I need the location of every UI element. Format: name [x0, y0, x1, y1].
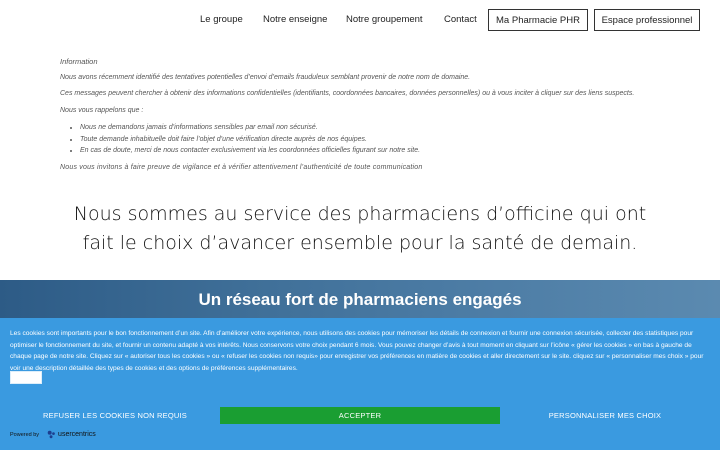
usercentrics-brand: usercentrics [58, 431, 96, 438]
refuse-cookies-button[interactable]: REFUSER LES COOKIES NON REQUIS [40, 407, 190, 424]
headline-line-1: Nous sommes au service des pharmaciens d… [73, 203, 647, 225]
list-item: En cas de doute, merci de nous contacter… [80, 145, 420, 157]
nav-link-contact[interactable]: Contact [444, 14, 477, 25]
cookie-details-button[interactable] [10, 371, 42, 384]
info-title: Information [60, 57, 98, 66]
info-paragraph-2: Ces messages peuvent chercher à obtenir … [60, 90, 635, 97]
info-paragraph-1: Nous avons récemment identifié des tenta… [60, 74, 471, 81]
usercentrics-logo: usercentrics [47, 430, 96, 439]
hero-headline: Nous sommes au service des pharmaciens d… [0, 200, 720, 258]
info-closing-text: Nous vous invitons à faire preuve de vig… [60, 164, 423, 171]
banner-title: Un réseau fort de pharmaciens engagés [198, 290, 522, 309]
list-item: Nous ne demandons jamais d’informations … [80, 122, 420, 134]
info-bullet-list: Nous ne demandons jamais d’informations … [80, 122, 420, 157]
powered-by-label: Powered by [10, 431, 40, 438]
nav-link-le-groupe[interactable]: Le groupe [200, 14, 243, 25]
list-item: Toute demande inhabituelle doit faire l’… [80, 134, 420, 146]
info-paragraph-3: Nous vous rappelons que : [60, 107, 144, 114]
customize-cookies-button[interactable]: PERSONNALISER MES CHOIX [540, 407, 670, 424]
ma-pharmacie-button[interactable]: Ma Pharmacie PHR [488, 9, 588, 31]
cookie-description: Les cookies sont importants pour le bon … [10, 330, 704, 372]
cookie-consent-banner: Les cookies sont importants pour le bon … [0, 318, 720, 450]
usercentrics-icon [47, 430, 55, 439]
nav-link-notre-enseigne[interactable]: Notre enseigne [263, 14, 327, 25]
top-navigation: Le groupe Notre enseigne Notre groupemen… [0, 0, 720, 40]
nav-link-notre-groupement[interactable]: Notre groupement [346, 14, 423, 25]
headline-line-2: fait le choix d’avancer ensemble pour la… [82, 232, 638, 254]
accept-cookies-button[interactable]: ACCEPTER [220, 407, 500, 424]
powered-by-usercentrics[interactable]: Powered by usercentrics [10, 430, 96, 439]
espace-professionnel-button[interactable]: Espace professionnel [594, 9, 700, 31]
